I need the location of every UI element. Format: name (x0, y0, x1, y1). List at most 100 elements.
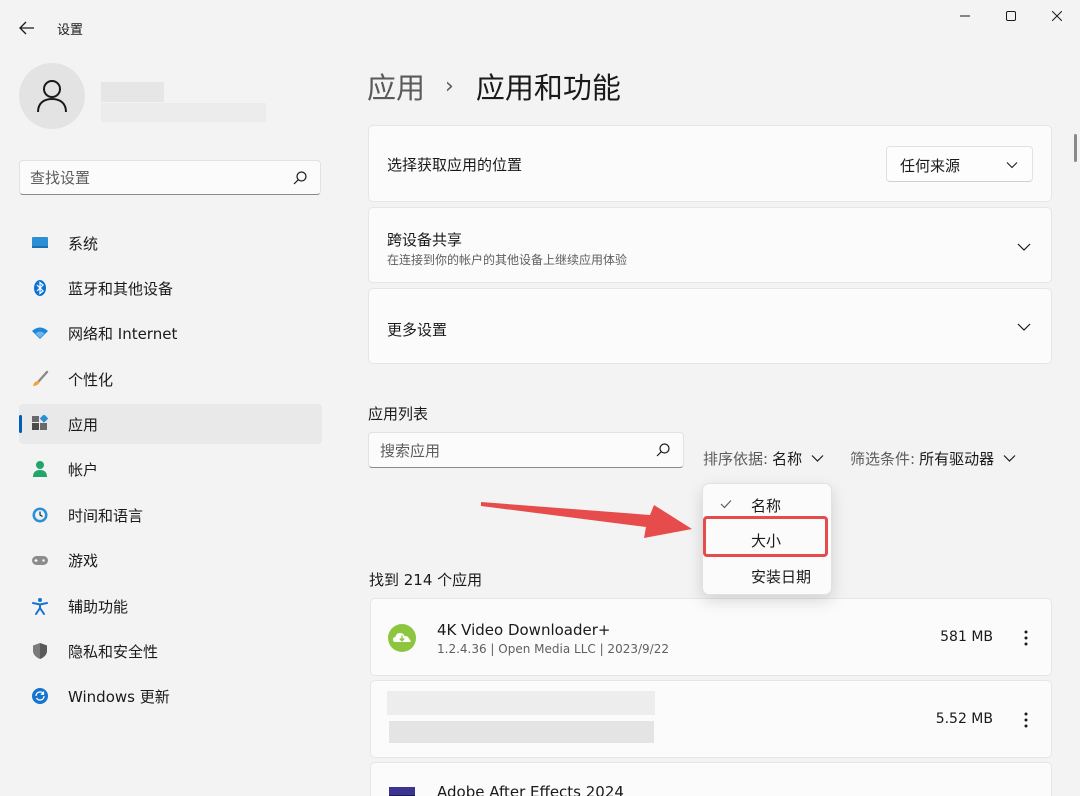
app-search-box[interactable] (368, 432, 684, 468)
sidebar-item-apps[interactable]: 应用 (19, 404, 322, 444)
selected-indicator (19, 415, 22, 433)
sidebar-item-privacy[interactable]: 隐私和安全性 (19, 631, 322, 671)
update-icon (32, 688, 48, 704)
app-list-heading: 应用列表 (368, 405, 429, 423)
title-bar: 设置 (0, 0, 1080, 56)
sidebar-item-personalization[interactable]: 个性化 (19, 359, 322, 399)
sort-by-dropdown[interactable]: 排序依据: 名称 (703, 446, 824, 470)
sidebar-item-accounts[interactable]: 帐户 (19, 449, 322, 489)
more-settings-card[interactable]: 更多设置 (368, 288, 1052, 364)
monitor-icon (32, 237, 48, 248)
app-row-after-effects[interactable]: Adobe After Effects 2024 (370, 762, 1052, 796)
maximize-icon (1006, 11, 1016, 21)
4k-downloader-icon (388, 624, 416, 652)
install-source-value: 任何来源 (900, 157, 961, 175)
filter-label: 筛选条件: (850, 449, 916, 468)
more-options-icon[interactable] (1021, 629, 1031, 647)
apps-icon (32, 415, 49, 430)
bluetooth-icon (34, 280, 46, 296)
search-icon[interactable] (292, 170, 308, 186)
profile-name-redacted (101, 82, 164, 102)
maximize-button[interactable] (988, 0, 1034, 32)
sort-option-install-date[interactable]: 安装日期 (703, 558, 831, 592)
sidebar-item-label: 系统 (68, 235, 99, 253)
sort-label: 排序依据: (703, 449, 769, 468)
cross-device-share-card[interactable]: 跨设备共享 在连接到你的帐户的其他设备上继续应用体验 (368, 207, 1052, 283)
sidebar-item-network[interactable]: 网络和 Internet (19, 313, 322, 353)
sidebar-item-gaming[interactable]: 游戏 (19, 540, 322, 580)
app-size: 5.52 MB (935, 711, 993, 727)
sidebar-item-label: 隐私和安全性 (68, 643, 159, 661)
sidebar-item-label: 辅助功能 (68, 598, 129, 616)
after-effects-icon (389, 787, 415, 796)
annotation-arrow-icon (481, 502, 692, 538)
share-subtitle: 在连接到你的帐户的其他设备上继续应用体验 (387, 253, 628, 267)
install-source-card: 选择获取应用的位置 任何来源 (368, 125, 1052, 202)
shield-icon (33, 643, 47, 659)
sidebar-item-label: 应用 (68, 416, 99, 434)
breadcrumb: 应用 › 应用和功能 (367, 64, 621, 108)
settings-search-box[interactable] (19, 160, 321, 195)
profile-email-redacted (101, 103, 266, 122)
app-size: 581 MB (940, 629, 993, 645)
accessibility-icon (32, 598, 48, 615)
app-search-input[interactable] (380, 440, 640, 462)
sidebar-item-system[interactable]: 系统 (19, 223, 322, 263)
checkmark-icon (720, 500, 732, 509)
sidebar-item-label: 网络和 Internet (68, 325, 178, 343)
app-meta: 1.2.4.36 | Open Media LLC | 2023/9/22 (437, 642, 669, 656)
filter-dropdown[interactable]: 筛选条件: 所有驱动器 (850, 446, 1016, 470)
sidebar-item-time-language[interactable]: 时间和语言 (19, 495, 322, 535)
sidebar-item-label: 游戏 (68, 552, 99, 570)
filter-value: 所有驱动器 (919, 449, 995, 468)
install-source-title: 选择获取应用的位置 (387, 156, 523, 174)
chevron-down-icon (1003, 454, 1016, 462)
person-icon (37, 80, 67, 113)
brush-icon (33, 370, 49, 386)
app-count-label: 找到 214 个应用 (369, 571, 483, 589)
page-title: 应用和功能 (475, 71, 621, 105)
breadcrumb-parent[interactable]: 应用 (367, 65, 425, 107)
annotation-highlight-box (703, 516, 828, 557)
sidebar-item-label: 帐户 (68, 461, 99, 479)
wifi-icon (32, 327, 48, 339)
redacted-app-name (387, 691, 655, 715)
sidebar-item-label: 蓝牙和其他设备 (68, 280, 174, 298)
sidebar-item-label: Windows 更新 (68, 688, 170, 706)
minimize-icon (960, 15, 970, 17)
chevron-down-icon (811, 454, 824, 462)
sidebar-item-bluetooth[interactable]: 蓝牙和其他设备 (19, 268, 322, 308)
clock-globe-icon (32, 507, 48, 523)
chevron-down-icon[interactable] (1017, 322, 1031, 332)
app-row-4k-video-downloader[interactable]: 4K Video Downloader+ 1.2.4.36 | Open Med… (370, 598, 1052, 676)
install-source-select[interactable]: 任何来源 (886, 146, 1033, 182)
gamepad-icon (32, 556, 48, 565)
close-icon (1052, 11, 1062, 21)
person-icon (33, 461, 47, 477)
back-arrow-icon (19, 21, 34, 35)
close-button[interactable] (1034, 0, 1080, 32)
window-title: 设置 (57, 23, 84, 38)
sort-value: 名称 (772, 449, 803, 468)
chevron-down-icon (1006, 162, 1018, 169)
redacted-app-meta (389, 721, 654, 743)
app-row-redacted[interactable]: 5.52 MB (370, 680, 1052, 758)
share-title: 跨设备共享 (387, 231, 463, 249)
search-icon[interactable] (655, 442, 671, 458)
sidebar-item-accessibility[interactable]: 辅助功能 (19, 586, 322, 626)
app-name: 4K Video Downloader+ (437, 621, 611, 639)
minimize-button[interactable] (942, 0, 988, 32)
back-button[interactable] (10, 14, 44, 42)
more-options-icon[interactable] (1021, 711, 1031, 729)
sort-option-label: 名称 (751, 497, 782, 515)
sidebar-item-windows-update[interactable]: Windows 更新 (19, 676, 322, 716)
scrollbar-thumb[interactable] (1074, 134, 1077, 162)
app-name: Adobe After Effects 2024 (437, 783, 624, 796)
sort-option-label: 安装日期 (751, 568, 812, 586)
avatar[interactable] (19, 63, 85, 129)
more-settings-title: 更多设置 (387, 321, 448, 339)
settings-search-input[interactable] (30, 167, 280, 189)
chevron-down-icon[interactable] (1017, 242, 1031, 252)
sidebar-item-label: 个性化 (68, 371, 114, 389)
breadcrumb-separator: › (445, 73, 454, 99)
